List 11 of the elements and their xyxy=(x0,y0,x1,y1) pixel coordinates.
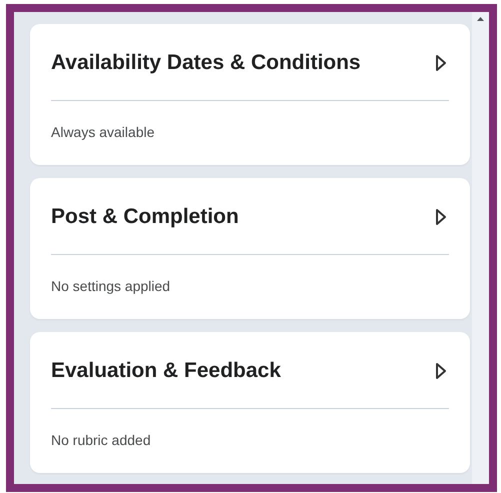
triangle-icon xyxy=(435,362,447,380)
scrollbar[interactable] xyxy=(472,12,489,484)
triangle-icon xyxy=(435,208,447,226)
section-summary: No settings applied xyxy=(51,278,172,294)
scroll-up-icon[interactable] xyxy=(477,17,484,21)
section-summary: No rubric added xyxy=(51,432,152,448)
section-header[interactable]: Post & Completion xyxy=(51,178,449,254)
section-header[interactable]: Availability Dates & Conditions xyxy=(51,24,449,100)
section-summary: Always available xyxy=(51,124,156,140)
triangle-icon xyxy=(435,54,447,72)
section-header[interactable]: Evaluation & Feedback xyxy=(51,332,449,408)
